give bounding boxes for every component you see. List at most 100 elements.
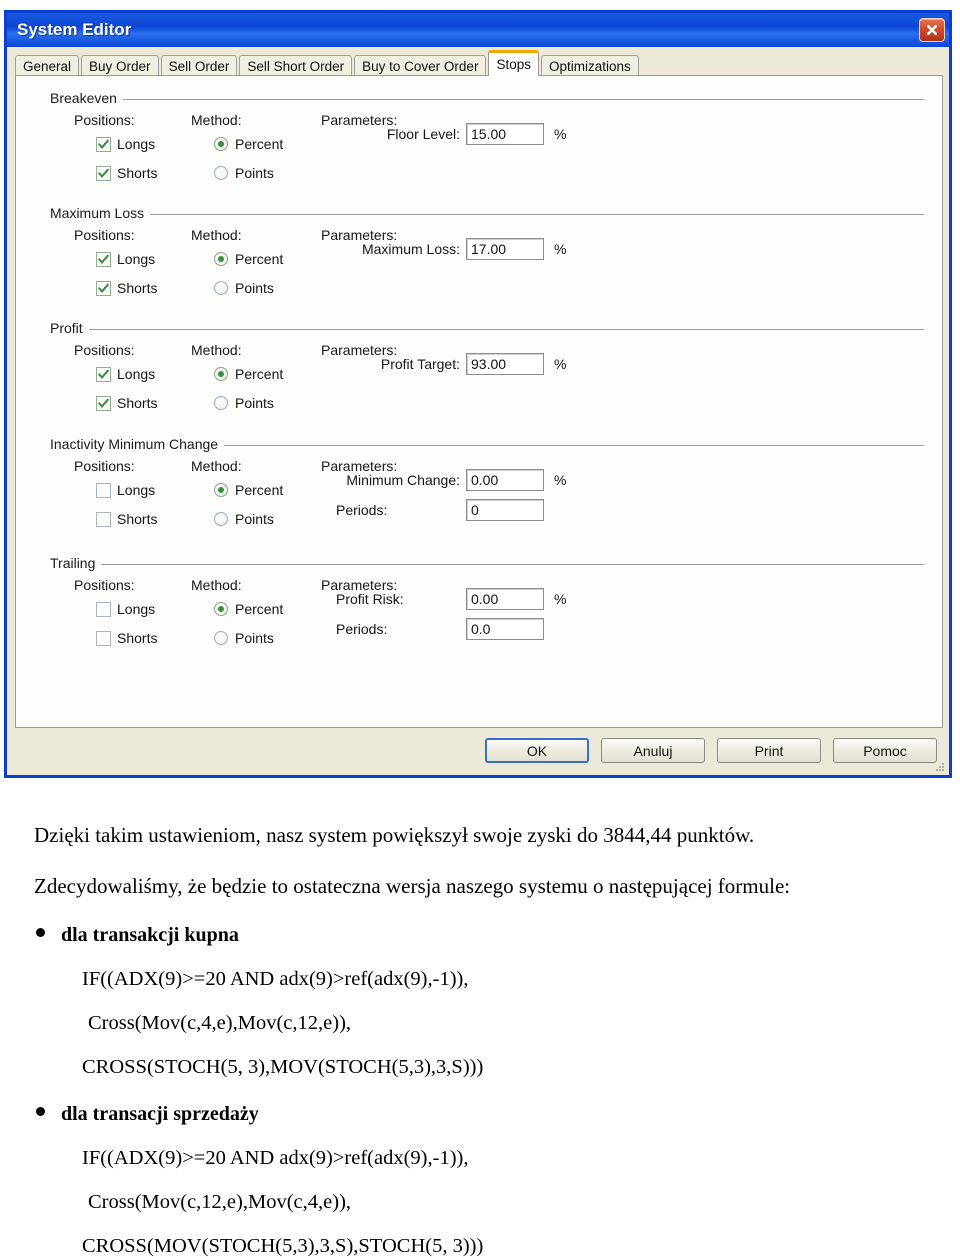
group-header: Trailing — [16, 555, 944, 571]
radio-label: Percent — [235, 482, 284, 498]
param-label: Floor Level: — [386, 126, 460, 142]
checkbox-longs[interactable]: Longs — [96, 251, 155, 267]
radio-selected-icon — [214, 252, 228, 266]
param-label: Profit Target: — [380, 356, 460, 372]
tab-label: Sell Short Order — [247, 59, 345, 74]
radio-unselected-icon — [214, 281, 228, 295]
paragraph-profit-summary: Dzięki takim ustawieniom, nasz system po… — [34, 823, 755, 847]
column-header-method: Method: — [191, 112, 242, 128]
radio-label: Percent — [235, 601, 284, 617]
group-divider — [88, 328, 924, 330]
tab-optimizations[interactable]: Optimizations — [540, 55, 639, 77]
checkbox-longs[interactable]: Longs — [96, 601, 155, 617]
tab-label: Buy to Cover Order — [362, 59, 479, 74]
radio-points[interactable]: Points — [214, 395, 274, 411]
radio-points[interactable]: Points — [214, 630, 274, 646]
ok-button[interactable]: OK — [485, 738, 589, 763]
titlebar-buttons — [919, 18, 945, 42]
radio-unselected-icon — [214, 166, 228, 180]
checkbox-label: Longs — [117, 251, 156, 267]
print-button[interactable]: Print — [717, 738, 821, 763]
floor-level-input[interactable] — [466, 123, 544, 145]
radio-selected-icon — [214, 367, 228, 381]
radio-label: Points — [235, 165, 274, 181]
checkbox-shorts[interactable]: Shorts — [96, 280, 157, 296]
group-body: Positions: Method: Parameters: Longs Sho… — [16, 452, 944, 538]
group-body: Positions: Method: Parameters: Longs Sho… — [16, 106, 944, 192]
checkbox-label: Shorts — [117, 280, 158, 296]
profit-risk-input[interactable] — [466, 588, 544, 610]
checkmark-icon — [96, 395, 111, 411]
checkbox-label: Longs — [117, 601, 156, 617]
param-label: Minimum Change: — [346, 472, 460, 488]
checkbox-empty-icon — [96, 630, 111, 646]
tab-label: Sell Order — [168, 59, 230, 74]
profit-target-input[interactable] — [466, 353, 544, 375]
periods-input[interactable] — [466, 499, 544, 521]
radio-percent[interactable]: Percent — [214, 136, 283, 152]
checkbox-label: Shorts — [117, 511, 158, 527]
radio-label: Points — [235, 511, 274, 527]
radio-selected-icon — [214, 602, 228, 616]
window-titlebar[interactable]: System Editor — [7, 13, 949, 47]
minimum-change-input[interactable] — [466, 469, 544, 491]
radio-percent[interactable]: Percent — [214, 251, 283, 267]
tabstrip: General Buy Order Sell Order Sell Short … — [15, 50, 949, 77]
tab-buy-order[interactable]: Buy Order — [81, 55, 159, 77]
column-header-method: Method: — [191, 342, 242, 358]
sell-formula-line-2: Cross(Mov(c,12,e),Mov(c,4,e)), — [88, 1190, 352, 1213]
radio-points[interactable]: Points — [214, 280, 274, 296]
sell-formula-line-1: IF((ADX(9)>=20 AND adx(9)>ref(adx(9),-1)… — [82, 1146, 469, 1169]
radio-percent[interactable]: Percent — [214, 601, 283, 617]
radio-unselected-icon — [214, 631, 228, 645]
checkmark-icon — [96, 280, 111, 296]
radio-selected-icon — [214, 483, 228, 497]
tab-sell-order[interactable]: Sell Order — [160, 55, 238, 77]
sell-formula-line-3: CROSS(MOV(STOCH(5,3),3,S),STOCH(5, 3))) — [82, 1234, 484, 1257]
checkbox-shorts[interactable]: Shorts — [96, 165, 157, 181]
group-maximum-loss: Maximum Loss Positions: Method: Paramete… — [16, 205, 944, 307]
checkbox-shorts[interactable]: Shorts — [96, 395, 157, 411]
tab-label: General — [23, 59, 72, 74]
window-title: System Editor — [17, 20, 132, 39]
radio-label: Percent — [235, 366, 284, 382]
close-button[interactable] — [919, 18, 945, 42]
checkbox-shorts[interactable]: Shorts — [96, 630, 157, 646]
radio-percent[interactable]: Percent — [214, 482, 283, 498]
group-title: Inactivity Minimum Change — [50, 436, 219, 452]
buy-formula-line-1: IF((ADX(9)>=20 AND adx(9)>ref(adx(9),-1)… — [82, 967, 469, 990]
periods-input[interactable] — [466, 618, 544, 640]
group-inactivity-minimum-change: Inactivity Minimum Change Positions: Met… — [16, 436, 944, 538]
maximum-loss-input[interactable] — [466, 238, 544, 260]
tab-stops[interactable]: Stops — [488, 50, 539, 76]
tab-label: Stops — [496, 57, 531, 72]
group-divider — [150, 213, 924, 215]
checkbox-longs[interactable]: Longs — [96, 136, 155, 152]
column-header-positions: Positions: — [74, 227, 135, 243]
tab-general[interactable]: General — [15, 55, 80, 77]
param-label: Maximum Loss: — [361, 241, 460, 257]
bullet-buy-transactions: dla transakcji kupna — [0, 924, 960, 947]
tab-buy-to-cover-order[interactable]: Buy to Cover Order — [354, 55, 487, 77]
resize-grip[interactable] — [934, 761, 946, 773]
tab-label: Optimizations — [548, 59, 631, 74]
radio-unselected-icon — [214, 512, 228, 526]
tab-label: Buy Order — [89, 59, 151, 74]
group-title: Breakeven — [50, 90, 117, 106]
checkbox-longs[interactable]: Longs — [96, 366, 155, 382]
tab-sell-short-order[interactable]: Sell Short Order — [239, 55, 353, 77]
checkbox-longs[interactable]: Longs — [96, 482, 155, 498]
checkbox-label: Shorts — [117, 165, 158, 181]
cancel-button[interactable]: Anuluj — [601, 738, 705, 763]
radio-percent[interactable]: Percent — [214, 366, 283, 382]
radio-points[interactable]: Points — [214, 165, 274, 181]
param-label: Periods: — [336, 621, 388, 637]
group-profit: Profit Positions: Method: Parameters: Lo… — [16, 320, 944, 422]
radio-points[interactable]: Points — [214, 511, 274, 527]
checkbox-shorts[interactable]: Shorts — [96, 511, 157, 527]
help-button[interactable]: Pomoc — [833, 738, 937, 763]
column-header-method: Method: — [191, 227, 242, 243]
group-title: Maximum Loss — [50, 205, 145, 221]
percent-sign: % — [554, 241, 567, 257]
group-body: Positions: Method: Parameters: Longs Sho… — [16, 221, 944, 307]
